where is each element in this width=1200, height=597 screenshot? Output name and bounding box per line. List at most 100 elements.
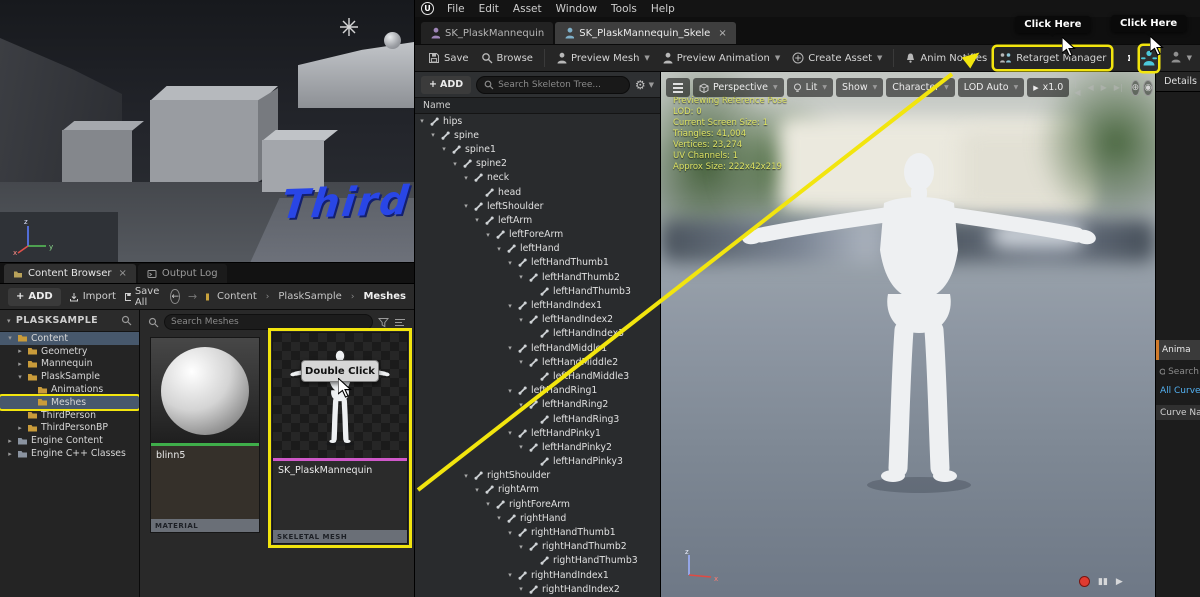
lod-button[interactable]: LOD Auto ▼ [957,78,1025,97]
curve-name-column-header[interactable]: Curve Nam [1156,405,1200,420]
expand-chevron-icon[interactable] [418,117,426,125]
bone-row[interactable]: leftForeArm [415,228,660,242]
bone-row[interactable]: leftHandThumb3 [415,284,660,298]
folder-tree-item[interactable]: ThirdPersonBP [0,422,139,435]
bone-row[interactable]: rightHandThumb1 [415,525,660,539]
bone-row[interactable]: leftShoulder [415,199,660,213]
go-to-end-icon[interactable]: ▶| [1112,83,1125,92]
bone-row[interactable]: leftHandMiddle3 [415,369,660,383]
expand-chevron-icon[interactable] [6,334,14,342]
bone-row[interactable]: leftHandMiddle2 [415,355,660,369]
bone-row[interactable]: leftHandThumb1 [415,256,660,270]
bone-row[interactable]: leftArm [415,213,660,227]
expand-chevron-icon[interactable] [16,373,24,381]
bone-row[interactable]: leftHand [415,242,660,256]
bone-row[interactable]: neck [415,171,660,185]
content-browser-asset-view[interactable]: blinn5 MATERIAL SK_PlaskMannequin SKELET… [140,310,414,597]
tab-output-log[interactable]: Output Log [137,264,227,283]
folder-tree-item[interactable]: Content [0,332,139,345]
retarget-manager-button[interactable]: Retarget Manager Click Here [994,16,1111,69]
bone-row[interactable]: leftHandPinky3 [415,455,660,469]
filter-icon[interactable] [378,317,389,328]
expand-chevron-icon[interactable] [473,486,481,494]
expand-chevron-icon[interactable] [517,273,525,281]
menu-item[interactable]: Window [549,3,604,15]
bone-row[interactable]: rightShoulder [415,469,660,483]
bone-row[interactable]: rightHandThumb2 [415,540,660,554]
expand-chevron-icon[interactable] [495,514,503,522]
expand-chevron-icon[interactable] [16,424,24,432]
menu-item[interactable]: File [440,3,472,15]
add-bone-button[interactable]: + ADD [421,75,472,94]
forward-button[interactable]: → [188,290,197,303]
expand-chevron-icon[interactable] [6,437,14,445]
bone-row[interactable]: head [415,185,660,199]
step-back-icon[interactable]: ◀ [1085,83,1095,92]
search-input[interactable] [171,317,366,327]
expand-chevron-icon[interactable] [440,145,448,153]
expand-chevron-icon[interactable] [16,347,24,355]
record-button[interactable] [1079,576,1090,587]
play-button[interactable]: ▶ [1116,577,1123,587]
expand-chevron-icon[interactable] [517,585,525,593]
folder-tree-item[interactable]: Engine Content [0,434,139,447]
expand-chevron-icon[interactable] [451,160,459,168]
all-curves-filter[interactable]: All Curves [1156,386,1200,396]
settings-button[interactable]: ⚙ ▼ [635,78,654,92]
bone-row[interactable]: rightHandIndex1 [415,568,660,582]
expand-chevron-icon[interactable] [517,358,525,366]
folder-tree-item[interactable]: Mannequin [0,358,139,371]
expand-chevron-icon[interactable] [462,202,470,210]
retarget-manager-toolbar-icon-button[interactable]: Click Here [1111,14,1187,71]
character-menu-button[interactable]: Character ▼ [886,78,955,97]
bone-row[interactable]: rightForeArm [415,497,660,511]
preview-mesh-button[interactable]: Preview Mesh ▼ [551,47,655,69]
search-icon[interactable] [121,315,132,326]
expand-chevron-icon[interactable] [517,543,525,551]
step-forward-icon[interactable]: ▶ [1099,83,1109,92]
view-options-icon[interactable] [394,317,406,328]
menu-item[interactable]: Help [644,3,682,15]
camera-icon[interactable]: ◉ [1143,79,1154,96]
anim-notifies-button[interactable]: Anim Notifies [900,47,992,69]
curves-search-field[interactable]: Search [1156,364,1200,380]
show-button[interactable]: Show ▼ [835,78,884,97]
expand-chevron-icon[interactable] [473,216,481,224]
bone-row[interactable]: spine [415,128,660,142]
character-button[interactable]: ▼ [1170,46,1192,71]
asset-search-field[interactable] [164,314,373,330]
tab-sk-plaskmannequin[interactable]: SK_PlaskMannequin [421,22,554,44]
bone-row[interactable]: hips [415,114,660,128]
import-button[interactable]: Import [69,291,116,302]
expand-chevron-icon[interactable] [462,472,470,480]
bone-row[interactable]: rightHand [415,511,660,525]
menu-item[interactable]: Tools [604,3,644,15]
details-panel-header[interactable]: Details [1156,72,1200,92]
breadcrumb-item-current[interactable]: Meshes [363,291,406,302]
bone-row[interactable]: leftHandThumb2 [415,270,660,284]
sources-header[interactable]: ▾ PLASKSAMPLE [0,310,139,332]
expand-chevron-icon[interactable] [506,387,514,395]
bone-row[interactable]: leftHandIndex1 [415,298,660,312]
bone-row[interactable]: leftHandMiddle1 [415,341,660,355]
add-button[interactable]: + ADD [8,287,61,306]
folder-tree-item[interactable]: PlaskSample [0,370,139,383]
back-button[interactable]: ← [170,289,181,304]
expand-chevron-icon[interactable] [517,401,525,409]
bone-row[interactable]: spine2 [415,157,660,171]
expand-chevron-icon[interactable] [506,259,514,267]
bone-row[interactable]: leftHandRing2 [415,398,660,412]
expand-chevron-icon[interactable] [506,529,514,537]
tab-sk-plaskmannequin-skeleton[interactable]: SK_PlaskMannequin_Skele × [555,22,736,44]
bone-row[interactable]: spine1 [415,142,660,156]
expand-chevron-icon[interactable] [517,443,525,451]
close-icon[interactable]: × [118,268,126,279]
create-asset-button[interactable]: Create Asset ▼ [787,47,887,69]
close-icon[interactable]: × [718,28,726,39]
skeleton-search-input[interactable] [498,79,622,90]
browse-button[interactable]: Browse [476,47,538,69]
asset-tile-blinn5[interactable]: blinn5 MATERIAL [150,337,260,533]
expand-chevron-icon[interactable] [16,360,24,368]
viewport-menu-button[interactable] [666,78,690,97]
tab-animation-curves[interactable]: Anima [1156,340,1200,360]
